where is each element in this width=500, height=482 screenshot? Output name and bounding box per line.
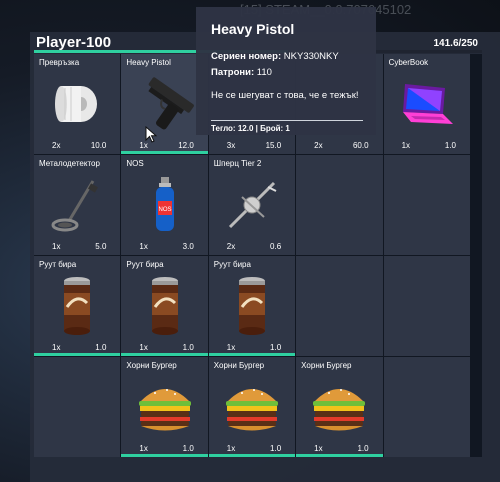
pistol-icon	[121, 70, 207, 138]
slot-weight: 1.0	[95, 343, 107, 352]
root-beer-can-icon	[209, 272, 295, 340]
burger-icon	[209, 373, 295, 441]
inventory-slot[interactable]	[383, 256, 470, 356]
slot-durability-bar	[121, 454, 208, 457]
burger-icon	[121, 373, 207, 441]
slot-weight: 1.0	[270, 444, 282, 453]
slot-label: Хорни Бургер	[126, 361, 177, 370]
inventory-slot[interactable]	[383, 357, 470, 457]
slot-weight: 1.0	[357, 444, 369, 453]
lockpick-icon	[209, 171, 295, 239]
slot-durability-bar	[121, 151, 208, 154]
item-tooltip: Heavy Pistol Сериен номер: NKY330NKY Пат…	[196, 7, 376, 135]
tooltip-title: Heavy Pistol	[211, 21, 295, 37]
slot-quantity: 1x	[226, 343, 236, 352]
slot-weight: 1.0	[182, 444, 194, 453]
inventory-slot[interactable]: Хорни Бургер 1x 1.0	[121, 357, 208, 457]
slot-label: Руут бира	[213, 260, 251, 269]
inventory-slot[interactable]	[383, 155, 470, 255]
serial-value: NKY330NKY	[283, 51, 339, 62]
slot-quantity: 1x	[401, 141, 411, 150]
slot-durability-bar	[208, 454, 296, 457]
inventory-slot[interactable]: Heavy Pistol 1x 12.0	[121, 54, 208, 154]
slot-weight: 10.0	[90, 141, 107, 150]
slot-quantity: 2x	[314, 141, 323, 150]
slot-weight: 15.0	[265, 141, 282, 150]
slot-label: Руут бира	[39, 260, 77, 269]
inventory-slot[interactable]	[296, 155, 383, 255]
slot-weight: 3.0	[182, 242, 194, 251]
inventory-slot[interactable]: Превръзка 2x 10.0	[34, 54, 121, 154]
slot-quantity: 1x	[52, 343, 61, 352]
mouse-cursor-icon	[145, 126, 157, 143]
inventory-slot[interactable]	[34, 357, 121, 457]
inventory-slot[interactable]: NOS NOS 1x 3.0	[121, 155, 208, 255]
inventory-slot[interactable]: CyberBook 1x 1.0	[383, 54, 470, 154]
slot-quantity: 1x	[139, 444, 148, 453]
nos-bottle-icon: NOS	[121, 171, 207, 239]
svg-text:NOS: NOS	[158, 207, 171, 213]
slot-durability-bar	[34, 353, 121, 356]
burger-icon	[296, 373, 382, 441]
tooltip-serial: Сериен номер: NKY330NKY	[211, 51, 339, 62]
slot-durability-bar	[296, 454, 383, 457]
laptop-icon	[384, 70, 470, 138]
slot-quantity: 1x	[314, 444, 323, 453]
slot-quantity: 2x	[52, 141, 61, 150]
bandage-icon	[34, 70, 120, 138]
slot-weight: 1.0	[270, 343, 282, 352]
inventory-slot[interactable]: Руут бира 1x 1.0	[121, 256, 208, 356]
serial-label: Сериен номер:	[211, 51, 282, 62]
metal-detector-icon	[34, 171, 120, 239]
tooltip-ammo: Патрони: 110	[211, 67, 272, 78]
slot-weight: 1.0	[182, 343, 194, 352]
slot-label: Металодетектор	[39, 159, 100, 168]
slot-durability-bar	[208, 353, 296, 356]
inventory-slot[interactable]	[296, 256, 383, 356]
slot-label: CyberBook	[388, 58, 429, 67]
slot-quantity: 3x	[226, 141, 236, 150]
weight-readout: 141.6/250	[433, 38, 479, 49]
slot-label: Heavy Pistol	[126, 58, 171, 67]
inventory-slot[interactable]: Хорни Бургер 1x 1.0	[296, 357, 383, 457]
ammo-value: 110	[256, 67, 272, 78]
inventory-slot[interactable]: Металодетектор 1x 5.0	[34, 155, 121, 255]
inventory-slot[interactable]: Хорни Бургер 1x 1.0	[208, 357, 296, 457]
slot-label: Хорни Бургер	[213, 361, 265, 370]
slot-durability-bar	[121, 353, 208, 356]
slot-weight: 0.6	[270, 242, 282, 251]
slot-label: Руут бира	[126, 260, 164, 269]
inventory-slot[interactable]: Шперц Tier 2 2x 0.6	[208, 155, 296, 255]
inventory-slot[interactable]: Руут бира 1x 1.0	[208, 256, 296, 356]
tooltip-description: Не се шегуват с това, че е тежък!	[211, 90, 359, 101]
root-beer-can-icon	[121, 272, 207, 340]
slot-quantity: 1x	[52, 242, 61, 251]
slot-label: Шперц Tier 2	[213, 159, 262, 168]
slot-label: Превръзка	[39, 58, 80, 67]
slot-quantity: 1x	[139, 343, 148, 352]
slot-quantity: 2x	[226, 242, 236, 251]
slot-label: NOS	[126, 159, 144, 168]
slot-quantity: 1x	[139, 242, 148, 251]
root-beer-can-icon	[34, 272, 120, 340]
slot-label: Хорни Бургер	[301, 361, 352, 370]
slot-weight: 1.0	[444, 141, 456, 150]
tooltip-divider	[211, 120, 363, 121]
slot-weight: 12.0	[178, 141, 194, 150]
slot-weight: 60.0	[352, 141, 369, 150]
player-name: Player-100	[36, 34, 112, 51]
ammo-label: Патрони:	[211, 67, 255, 78]
slot-weight: 5.0	[95, 242, 107, 251]
inventory-slot[interactable]: Руут бира 1x 1.0	[34, 256, 121, 356]
slot-quantity: 1x	[226, 444, 236, 453]
tooltip-footer: Тегло: 12.0 | Брой: 1	[211, 124, 290, 133]
